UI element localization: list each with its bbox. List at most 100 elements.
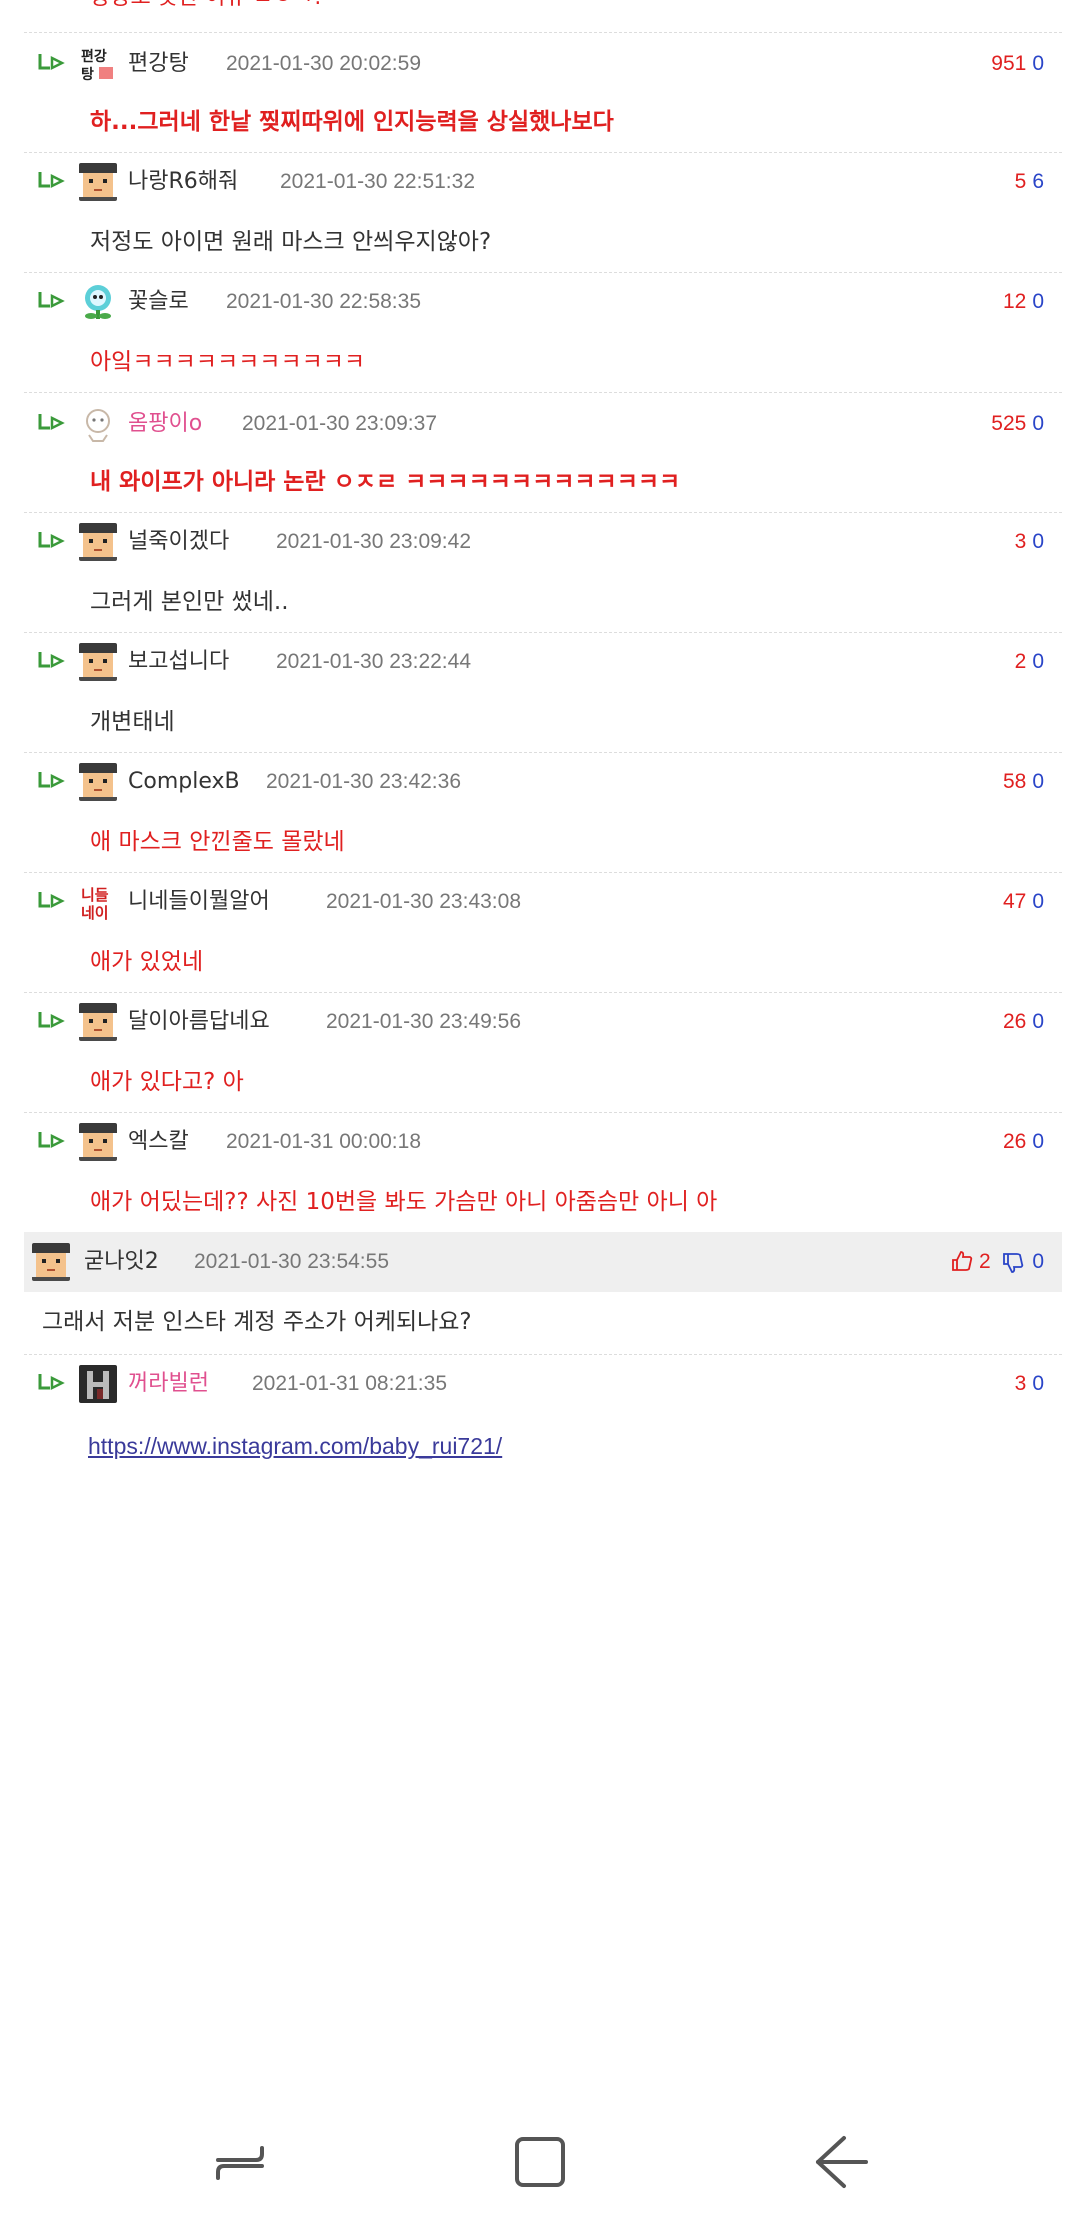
avatar[interactable] — [79, 283, 117, 321]
upvote-count[interactable]: 58 — [1003, 770, 1026, 793]
thumb-down-icon[interactable] — [1002, 1252, 1024, 1274]
avatar[interactable] — [79, 643, 117, 681]
comment-header: 엑스칼 2021-01-31 00:00:18 26 0 — [24, 1122, 1062, 1162]
nickname[interactable]: 보고섭니다 — [128, 642, 229, 682]
back-button[interactable] — [800, 2122, 880, 2202]
reply-arrow-icon — [38, 892, 65, 909]
comment-text: 그러게 본인만 썼네.. — [90, 589, 289, 615]
divider — [24, 992, 1062, 993]
comment-text: 저정도 아이면 원래 마스크 안씌우지않아? — [90, 229, 492, 255]
nickname[interactable]: 달이아름답네요 — [128, 1002, 270, 1042]
comment-header: ComplexB 2021-01-30 23:42:36 58 0 — [24, 762, 1062, 802]
downvote-count[interactable]: 0 — [1032, 530, 1044, 553]
comment-text: 애가 어딨는데?? 사진 10번을 봐도 가슴만 아니 아줌슴만 아니 아 — [90, 1189, 718, 1215]
divider — [24, 32, 1062, 33]
nickname[interactable]: 옴팡이o — [128, 404, 202, 444]
downvote-count[interactable]: 6 — [1032, 170, 1044, 193]
nickname[interactable]: 엑스칼 — [128, 1122, 189, 1162]
divider — [24, 632, 1062, 633]
avatar[interactable] — [79, 763, 117, 801]
home-icon — [515, 2137, 565, 2187]
system-navigation-bar — [0, 2100, 1080, 2220]
upvote-count[interactable]: 3 — [1015, 530, 1027, 553]
avatar[interactable] — [79, 1123, 117, 1161]
timestamp: 2021-01-30 23:54:55 — [194, 1250, 389, 1273]
nickname[interactable]: 널죽이겠다 — [128, 522, 229, 562]
recent-apps-icon — [216, 2146, 264, 2180]
nickname[interactable]: 굳나잇2 — [84, 1242, 159, 1282]
downvote-count[interactable]: 0 — [1032, 1250, 1044, 1273]
nickname[interactable]: 꺼라빌런 — [128, 1364, 209, 1404]
downvote-count[interactable]: 0 — [1032, 650, 1044, 673]
timestamp: 2021-01-30 23:42:36 — [266, 770, 461, 793]
comment-header: 꺼라빌런 2021-01-31 08:21:35 30 — [24, 1364, 1062, 1404]
divider — [24, 752, 1062, 753]
recent-apps-button[interactable] — [200, 2122, 280, 2202]
reply-arrow-icon — [38, 1012, 65, 1029]
upvote-count[interactable]: 47 — [1003, 890, 1026, 913]
downvote-count[interactable]: 0 — [1032, 890, 1044, 913]
vote-counts: 951 0 — [991, 44, 1044, 84]
downvote-count[interactable]: 0 — [1032, 1372, 1044, 1395]
timestamp: 2021-01-30 22:51:32 — [280, 170, 475, 193]
nickname[interactable]: 편강탕 — [128, 44, 189, 84]
thumb-up-icon[interactable] — [951, 1250, 973, 1272]
avatar[interactable] — [79, 405, 117, 443]
comment-text: 내 와이프가 아니라 논란 ㅇㅈㄹ ㅋㅋㅋㅋㅋㅋㅋㅋㅋㅋㅋㅋㅋ — [90, 469, 681, 495]
reply-arrow-icon — [38, 414, 65, 431]
back-icon — [816, 2136, 868, 2188]
timestamp: 2021-01-30 20:02:59 — [226, 52, 421, 75]
downvote-count[interactable]: 0 — [1032, 1130, 1044, 1153]
instagram-link[interactable]: https://www.instagram.com/baby_rui721/ — [88, 1426, 502, 1466]
upvote-count[interactable]: 525 — [991, 412, 1026, 435]
vote-counts: 26 0 — [1003, 1122, 1044, 1162]
vote-counts: 26 0 — [1003, 1002, 1044, 1042]
upvote-count[interactable]: 951 — [991, 52, 1026, 75]
comment-header: 편강 탕 편강탕 2021-01-30 20:02:59 951 0 — [24, 44, 1062, 84]
comment-header: 달이아름답네요 2021-01-30 23:49:56 26 0 — [24, 1002, 1062, 1042]
upvote-count[interactable]: 3 — [1015, 1372, 1027, 1395]
avatar[interactable] — [32, 1243, 70, 1281]
vote-counts: 525 0 — [991, 404, 1044, 444]
avatar[interactable]: 니들 네이 — [79, 883, 117, 921]
downvote-count[interactable]: 0 — [1032, 52, 1044, 75]
upvote-count[interactable]: 26 — [1003, 1010, 1026, 1033]
avatar[interactable] — [79, 163, 117, 201]
vote-counts: 56 — [1015, 162, 1044, 202]
avatar[interactable] — [79, 523, 117, 561]
timestamp: 2021-01-30 23:22:44 — [276, 650, 471, 673]
nickname[interactable]: 나랑R6해줘 — [128, 162, 238, 202]
comment-text: 애 마스크 안낀줄도 몰랐네 — [90, 829, 345, 855]
upvote-count[interactable]: 2 — [979, 1250, 991, 1273]
previous-comment-fragment: 상상도 못한 이유 ㄴㅇㄱ! — [90, 0, 322, 14]
comment-text: 그래서 저분 인스타 계정 주소가 어케되나요? — [42, 1309, 472, 1335]
svg-text:탕: 탕 — [81, 66, 94, 83]
upvote-count[interactable]: 12 — [1003, 290, 1026, 313]
downvote-count[interactable]: 0 — [1032, 770, 1044, 793]
comment-header: 니들 네이 니네들이뭘알어 2021-01-30 23:43:08 47 0 — [24, 882, 1062, 922]
reply-arrow-icon — [38, 1374, 65, 1391]
downvote-count[interactable]: 0 — [1032, 1010, 1044, 1033]
reply-arrow-icon — [38, 772, 65, 789]
comment-text: 애가 있다고? 아 — [90, 1069, 244, 1095]
timestamp: 2021-01-30 23:43:08 — [326, 890, 521, 913]
reply-arrow-icon — [38, 1132, 65, 1149]
upvote-count[interactable]: 2 — [1015, 650, 1027, 673]
downvote-count[interactable]: 0 — [1032, 290, 1044, 313]
nickname[interactable]: 꽃슬로 — [128, 282, 189, 322]
upvote-count[interactable]: 5 — [1015, 170, 1027, 193]
upvote-count[interactable]: 26 — [1003, 1130, 1026, 1153]
avatar[interactable] — [79, 1003, 117, 1041]
comment-header: 꽃슬로 2021-01-30 22:58:35 12 0 — [24, 282, 1062, 322]
nickname[interactable]: 니네들이뭘알어 — [128, 882, 270, 922]
avatar[interactable] — [79, 1365, 117, 1403]
downvote-count[interactable]: 0 — [1032, 412, 1044, 435]
parent-comment-header: 굳나잇2 2021-01-30 23:54:55 2 0 — [24, 1232, 1062, 1292]
svg-text:니들: 니들 — [81, 886, 109, 904]
home-button[interactable] — [500, 2122, 580, 2202]
avatar[interactable]: 편강 탕 — [79, 45, 117, 83]
nickname[interactable]: ComplexB — [128, 762, 240, 802]
timestamp: 2021-01-30 23:09:42 — [276, 530, 471, 553]
vote-counts: 30 — [1015, 1364, 1044, 1404]
reply-arrow-icon — [38, 54, 65, 71]
